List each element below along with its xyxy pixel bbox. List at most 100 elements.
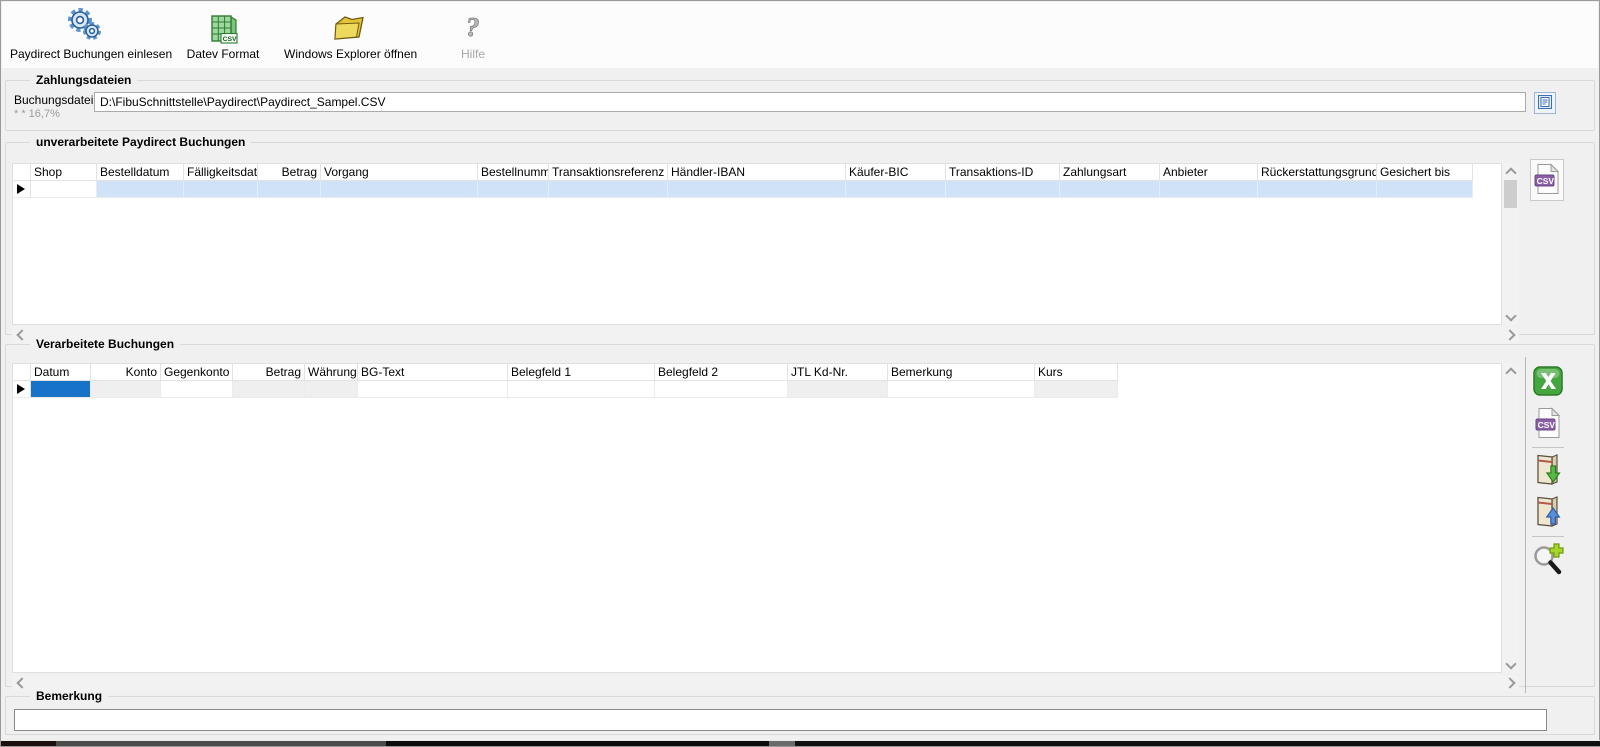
journal-import-button[interactable]: [1531, 450, 1565, 492]
side-toolbar-separator: [1532, 536, 1564, 537]
cell-bestelldatum[interactable]: [97, 181, 184, 198]
help-button[interactable]: ? Hilfe: [430, 5, 516, 65]
taskbar-segment: [1, 741, 56, 746]
cell-vorgang[interactable]: [321, 181, 478, 198]
chevron-right-icon: [1504, 677, 1515, 688]
read-paydirect-bookings-button[interactable]: Paydirect Buchungen einlesen: [10, 5, 160, 65]
csv-export-button[interactable]: CSV: [1535, 403, 1561, 445]
cell-bemerkung[interactable]: [888, 381, 1035, 398]
column-header-vorgang[interactable]: Vorgang: [321, 164, 478, 181]
column-header-fälligkeitsdatum[interactable]: Fälligkeitsdatum: [184, 164, 258, 181]
open-windows-explorer-button[interactable]: Windows Explorer öffnen: [284, 5, 414, 65]
chevron-down-icon: [1505, 658, 1516, 669]
svg-text:CSV: CSV: [1537, 175, 1555, 185]
scroll-down-button[interactable]: [1502, 309, 1519, 325]
column-header-gegenkonto[interactable]: Gegenkonto: [161, 364, 233, 381]
zoom-plus-button[interactable]: [1531, 539, 1565, 581]
column-header-währung[interactable]: Währung: [305, 364, 358, 381]
journal-export-icon: [1531, 493, 1565, 534]
csv-file-icon: CSV: [1535, 407, 1561, 442]
current-row-marker[interactable]: [13, 181, 31, 198]
journal-export-button[interactable]: [1531, 492, 1565, 534]
toolbar: Paydirect Buchungen einlesen CSV Datev F…: [2, 2, 1598, 68]
cell-gesichert-bis[interactable]: [1377, 181, 1473, 198]
side-toolbar-divider: [1525, 357, 1526, 693]
column-header-betrag[interactable]: Betrag: [233, 364, 305, 381]
column-header-käufer-bic[interactable]: Käufer-BIC: [846, 164, 946, 181]
column-header-transaktionsreferenz[interactable]: Transaktionsreferenz: [549, 164, 668, 181]
datev-format-button[interactable]: CSV Datev Format: [180, 5, 266, 65]
document-browse-icon: [1537, 94, 1553, 113]
cell-transaktionsreferenz[interactable]: [549, 181, 668, 198]
cell-anbieter[interactable]: [1160, 181, 1258, 198]
cell-transaktions-id[interactable]: [946, 181, 1060, 198]
column-header-shop[interactable]: Shop: [31, 164, 97, 181]
unprocessed-bookings-group: unverarbeitete Paydirect Buchungen ShopB…: [5, 135, 1595, 335]
cell-bg-text[interactable]: [358, 381, 508, 398]
column-header-kurs[interactable]: Kurs: [1035, 364, 1118, 381]
column-header-rückerstattungsgrund[interactable]: Rückerstattungsgrund: [1258, 164, 1377, 181]
column-header-händler-iban[interactable]: Händler-IBAN: [668, 164, 846, 181]
remark-input[interactable]: [14, 709, 1547, 731]
browse-file-button[interactable]: [1534, 92, 1556, 114]
svg-text:CSV: CSV: [1538, 419, 1556, 429]
column-header-anbieter[interactable]: Anbieter: [1160, 164, 1258, 181]
payment-files-group-title: Zahlungsdateien: [30, 73, 137, 87]
column-header-belegfeld-1[interactable]: Belegfeld 1: [508, 364, 655, 381]
cell-belegfeld-2[interactable]: [655, 381, 788, 398]
scroll-down-button[interactable]: [1502, 657, 1519, 673]
cell-jtl-kd-nr[interactable]: [788, 381, 888, 398]
column-header-zahlungsart[interactable]: Zahlungsart: [1060, 164, 1160, 181]
remark-group: Bemerkung: [5, 689, 1595, 735]
remark-group-title: Bemerkung: [30, 689, 108, 703]
cell-kurs[interactable]: [1035, 381, 1118, 398]
svg-text:?: ?: [466, 12, 480, 42]
export-side-toolbar: CSV: [1528, 361, 1568, 581]
cell-betrag[interactable]: [233, 381, 305, 398]
cell-rückerstattungsgrund[interactable]: [1258, 181, 1377, 198]
cell-käufer-bic[interactable]: [846, 181, 946, 198]
cell-belegfeld-1[interactable]: [508, 381, 655, 398]
cell-konto[interactable]: [91, 381, 161, 398]
unprocessed-table-vscrollbar[interactable]: [1502, 163, 1519, 325]
excel-export-button[interactable]: [1532, 361, 1564, 403]
processed-table-vscrollbar[interactable]: [1502, 363, 1519, 673]
cell-datum[interactable]: [31, 381, 91, 398]
column-header-transaktions-id[interactable]: Transaktions-ID: [946, 164, 1060, 181]
column-header-bemerkung[interactable]: Bemerkung: [888, 364, 1035, 381]
scroll-up-button[interactable]: [1502, 163, 1519, 179]
column-header-datum[interactable]: Datum: [31, 364, 91, 381]
booking-file-input[interactable]: [94, 92, 1526, 112]
scroll-up-button[interactable]: [1502, 363, 1519, 379]
booking-file-sublabel: * * 16,7%: [14, 108, 60, 120]
taskbar-edge-strip: [1, 740, 1600, 746]
vscroll-thumb[interactable]: [1504, 180, 1517, 208]
open-windows-explorer-label: Windows Explorer öffnen: [284, 47, 417, 61]
cell-betrag[interactable]: [258, 181, 321, 198]
cell-fälligkeitsdatum[interactable]: [184, 181, 258, 198]
processed-bookings-table[interactable]: DatumKontoGegenkontoBetragWährungBG-Text…: [12, 363, 1502, 673]
cell-gegenkonto[interactable]: [161, 381, 233, 398]
cell-shop[interactable]: [31, 181, 97, 198]
cell-währung[interactable]: [305, 381, 358, 398]
booking-file-label: Buchungsdatei: [14, 93, 93, 107]
column-header-bestelldatum[interactable]: Bestelldatum: [97, 164, 184, 181]
column-header-betrag[interactable]: Betrag: [258, 164, 321, 181]
taskbar-segment: [386, 741, 769, 746]
read-paydirect-bookings-label: Paydirect Buchungen einlesen: [10, 47, 172, 61]
column-header-gesichert-bis[interactable]: Gesichert bis: [1377, 164, 1473, 181]
cell-bestellnummer[interactable]: [478, 181, 549, 198]
row-arrow-icon: [17, 184, 25, 194]
current-row-marker[interactable]: [13, 381, 31, 398]
cell-zahlungsart[interactable]: [1060, 181, 1160, 198]
side-toolbar-separator: [1532, 447, 1564, 448]
column-header-konto[interactable]: Konto: [91, 364, 161, 381]
column-header-bg-text[interactable]: BG-Text: [358, 364, 508, 381]
column-header-belegfeld-2[interactable]: Belegfeld 2: [655, 364, 788, 381]
column-header-jtl-kd-nr[interactable]: JTL Kd-Nr.: [788, 364, 888, 381]
datev-format-label: Datev Format: [187, 47, 260, 61]
export-unprocessed-csv-button[interactable]: CSV: [1530, 159, 1564, 201]
column-header-bestellnummer[interactable]: Bestellnummer: [478, 164, 549, 181]
cell-händler-iban[interactable]: [668, 181, 846, 198]
unprocessed-bookings-table[interactable]: ShopBestelldatumFälligkeitsdatumBetragVo…: [12, 163, 1502, 325]
